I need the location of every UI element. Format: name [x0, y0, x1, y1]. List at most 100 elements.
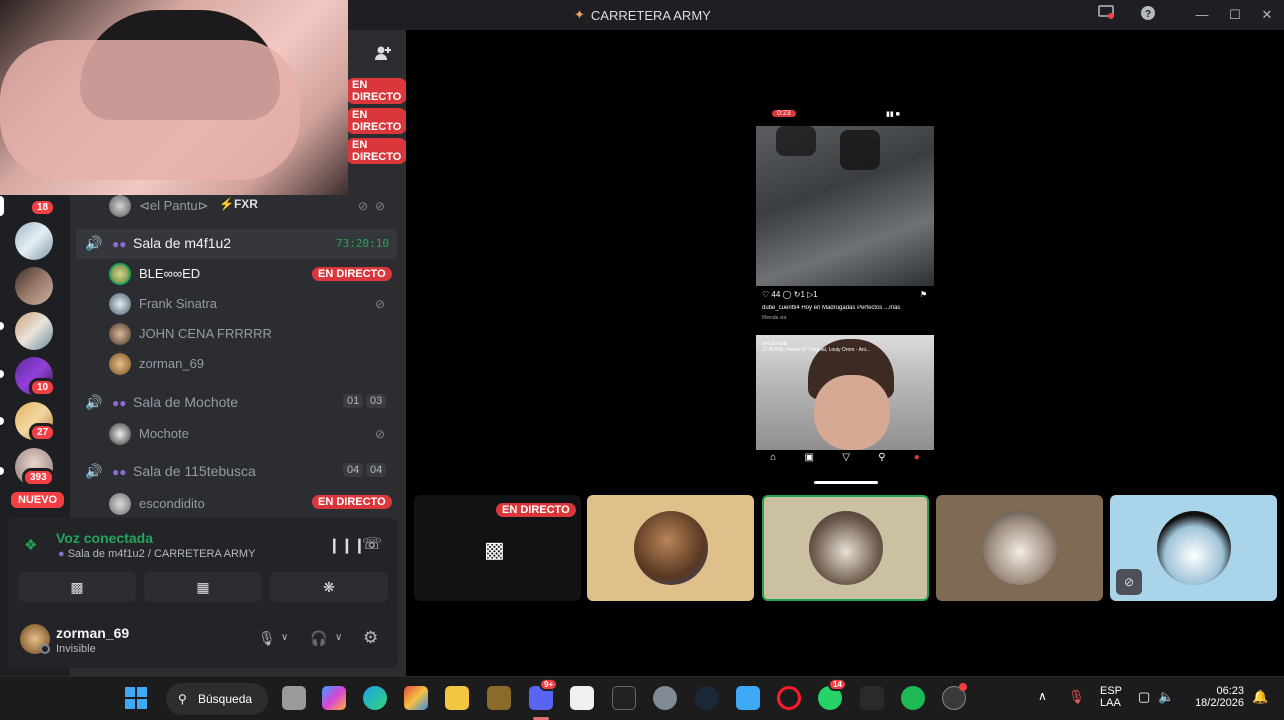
participant-tile[interactable]: ⊘ [1110, 495, 1277, 601]
voice-user-row[interactable]: Frank Sinatra ⊘ [70, 289, 406, 319]
post2-audio-text: JT BOND, Remix 67 Original, Louiy Orom -… [762, 347, 870, 353]
app-icon[interactable] [404, 686, 428, 710]
profile-icon[interactable]: ● [914, 452, 920, 470]
webcam-overlay [0, 0, 348, 195]
search-icon[interactable]: ⚲ [878, 452, 885, 470]
app-icon[interactable] [942, 683, 967, 710]
voice-user-row[interactable]: BLE∞∞ED EN DIRECTO [70, 259, 406, 289]
disconnect-icon[interactable]: ☏ [362, 534, 382, 554]
voice-user-row[interactable]: zorman_69 [70, 349, 406, 379]
bookmark-icon[interactable]: ⚑ [920, 290, 927, 299]
network-icon[interactable]: ▢ [1138, 689, 1150, 705]
participant-tile-speaking[interactable] [762, 495, 929, 601]
task-view-icon[interactable] [282, 686, 306, 710]
opera-icon[interactable] [777, 686, 801, 710]
microphone-icon[interactable]: 🎙 [1068, 689, 1085, 705]
speaker-icon: 🔊 [85, 394, 103, 410]
maximize-button[interactable]: ☐ [1225, 5, 1245, 25]
new-badge[interactable]: NUEVO [8, 489, 68, 511]
share-count: 1 [813, 290, 818, 299]
voice-channel-mochote[interactable]: 🔊 ●● Sala de Mochote 01 03 [70, 388, 406, 418]
microphone-icon[interactable]: 🎙 [258, 630, 276, 647]
chevron-up-icon[interactable]: ∧ [1038, 689, 1047, 703]
app-icon[interactable] [736, 686, 760, 710]
heart-icon[interactable]: ♡ [762, 290, 769, 299]
spotify-icon[interactable] [901, 686, 925, 710]
channel-timer: 73:20:10 [336, 237, 389, 250]
close-button[interactable]: ✕ [1257, 5, 1277, 25]
voice-channel-115tebusca[interactable]: 🔊 ●● Sala de 115tebusca 04 04 [70, 457, 406, 487]
invite-people-icon[interactable] [374, 44, 392, 67]
window-title: ✦ CARRETERA ARMY [574, 7, 711, 23]
server-icon[interactable] [15, 222, 53, 260]
start-icon[interactable] [124, 686, 148, 710]
volume-icon[interactable]: 🔈 [1158, 689, 1174, 705]
participant-tile-stream[interactable]: EN DIRECTO ▩ [414, 495, 581, 601]
chevron-down-icon[interactable]: ∨ [281, 632, 288, 643]
speaker-icon: 🔊 [85, 463, 103, 479]
participant-avatar [983, 511, 1057, 585]
live-badge: EN DIRECTO [312, 495, 392, 509]
username[interactable]: zorman_69 [56, 625, 129, 641]
store-icon[interactable] [570, 686, 594, 710]
server-badge: 393 [22, 468, 55, 487]
participant-tile[interactable] [587, 495, 754, 601]
steam-icon[interactable] [695, 686, 719, 710]
voice-user-row[interactable]: JOHN CENA FRRRRR [70, 319, 406, 349]
people-icon: ● [58, 548, 65, 560]
screen-share-icon[interactable] [1096, 5, 1116, 25]
people-icon: ●● [112, 396, 127, 410]
app-icon[interactable] [860, 686, 884, 710]
camera-button[interactable]: ▩ [18, 572, 136, 602]
gear-icon[interactable]: ⚙ [363, 628, 378, 648]
send-icon[interactable]: ▽ [842, 452, 850, 470]
webcam-hand [0, 40, 300, 180]
headphones-icon[interactable]: 🎧 [310, 630, 327, 647]
video-frame-road [756, 126, 934, 286]
file-explorer-icon[interactable] [445, 686, 469, 710]
whatsapp-icon[interactable]: 14 [818, 678, 847, 710]
unread-pip [0, 322, 4, 330]
edge-icon[interactable] [363, 686, 387, 710]
voice-user-row[interactable]: Mochote ⊘ [70, 419, 406, 449]
comment-icon[interactable]: ◯ [783, 290, 792, 299]
motorbike-shape [776, 126, 816, 156]
shared-phone-screen[interactable]: 0:23 ▮▮ ■ ♡ 44 ◯ ↻1 ▷1 ⚑ dube_cuentti4 H… [756, 106, 934, 486]
server-icon[interactable] [15, 312, 53, 350]
clock[interactable]: 06:23 18/2/2026 [1192, 685, 1244, 709]
help-icon[interactable]: ? [1138, 5, 1158, 25]
app-icon[interactable] [487, 686, 511, 710]
voice-user-row[interactable]: ⊲el Pantu⊳ ⚡FXR ⊘ ⊘ [70, 191, 406, 221]
voice-channel-m4f1u2[interactable]: 🔊 ●● Sala de m4f1u2 73:20:10 [76, 229, 397, 259]
video-frame-face: petusoloutil JT BOND, Remix 67 Original, … [756, 335, 934, 450]
reels-icon[interactable]: ▣ [804, 452, 813, 470]
screen-share-button[interactable]: ▦ [144, 572, 262, 602]
settings-icon[interactable] [653, 686, 677, 710]
phone-nav-bar: ⌂ ▣ ▽ ⚲ ● [756, 452, 934, 470]
voice-user-name: BLE∞∞ED [139, 266, 201, 281]
search-label: Búsqueda [198, 692, 253, 706]
user-status: Invisible [56, 643, 96, 655]
participant-tile[interactable] [936, 495, 1103, 601]
minimize-button[interactable]: — [1192, 5, 1212, 25]
voice-location[interactable]: ● Sala de m4f1u2 / CARRETERA ARMY [58, 548, 255, 560]
post2-user: petusoloutil JT BOND, Remix 67 Original, … [762, 341, 870, 353]
voice-user-row[interactable]: escondidito EN DIRECTO [70, 489, 406, 519]
epic-games-icon[interactable] [612, 686, 636, 710]
monitor-icon: ▩ [484, 537, 505, 562]
copilot-icon[interactable] [322, 686, 346, 710]
signal-icon: ❖ [24, 537, 38, 554]
activities-button[interactable]: ❋ [270, 572, 388, 602]
notification-bell-icon[interactable]: 🔔 [1252, 689, 1268, 705]
taskbar-search[interactable]: ⚲ Búsqueda [166, 683, 268, 715]
server-icon[interactable] [15, 267, 53, 305]
participant-avatar [634, 511, 708, 585]
chevron-down-icon[interactable]: ∨ [335, 632, 342, 643]
language-indicator[interactable]: ESP LAA [1100, 685, 1122, 709]
deafened-icon: ⊘ [375, 199, 386, 213]
voice-status[interactable]: Voz conectada [56, 530, 153, 546]
home-icon[interactable]: ⌂ [770, 452, 776, 470]
discord-icon[interactable]: 9+ [529, 678, 559, 710]
keyboard-layout: LAA [1100, 697, 1121, 709]
noise-suppression-icon[interactable]: ❙❙❙ [328, 536, 366, 554]
